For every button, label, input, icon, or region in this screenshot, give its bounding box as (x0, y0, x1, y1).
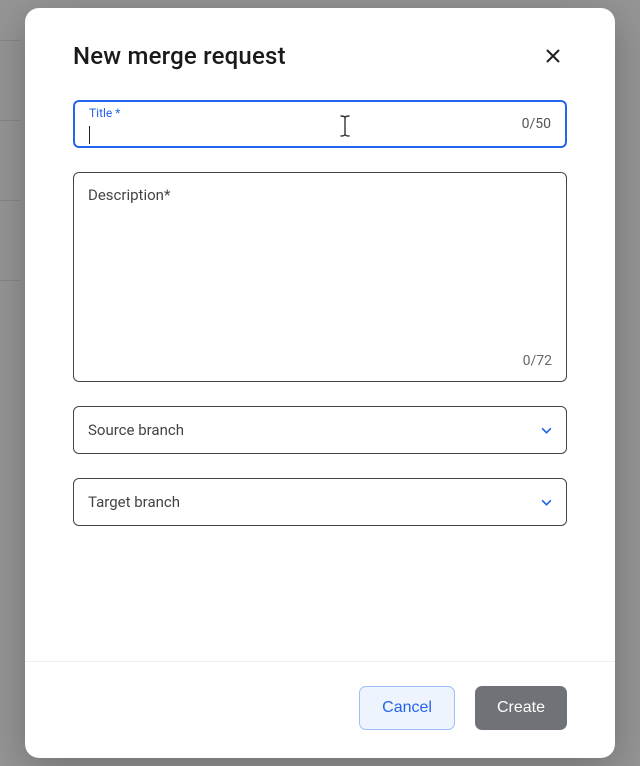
description-char-counter: 0/72 (523, 353, 552, 369)
target-branch-field-wrap: Target branch (73, 478, 567, 526)
title-label: Title * (89, 106, 120, 120)
description-placeholder: Description* (88, 186, 170, 204)
modal-body: Title * 0/50 Description* 0/72 Source br… (25, 92, 615, 661)
target-branch-select[interactable]: Target branch (73, 478, 567, 526)
close-button[interactable] (539, 42, 567, 70)
title-input[interactable] (89, 109, 551, 140)
modal-footer: Cancel Create (25, 661, 615, 758)
source-branch-select[interactable]: Source branch (73, 406, 567, 454)
title-field[interactable]: Title * 0/50 (73, 100, 567, 148)
chevron-down-icon (540, 424, 552, 436)
title-char-counter: 0/50 (522, 116, 551, 132)
description-field-wrap: Description* 0/72 (73, 172, 567, 382)
description-field[interactable]: Description* 0/72 (73, 172, 567, 382)
text-caret (89, 126, 90, 144)
modal-title: New merge request (73, 42, 286, 70)
create-button[interactable]: Create (475, 686, 567, 730)
close-icon (545, 48, 561, 64)
title-field-wrap: Title * 0/50 (73, 100, 567, 148)
modal-header: New merge request (25, 8, 615, 92)
new-merge-request-modal: New merge request Title * 0/50 Descripti… (25, 8, 615, 758)
source-branch-label: Source branch (88, 421, 540, 439)
chevron-down-icon (540, 496, 552, 508)
source-branch-field-wrap: Source branch (73, 406, 567, 454)
cancel-button[interactable]: Cancel (359, 686, 455, 730)
target-branch-label: Target branch (88, 493, 540, 511)
